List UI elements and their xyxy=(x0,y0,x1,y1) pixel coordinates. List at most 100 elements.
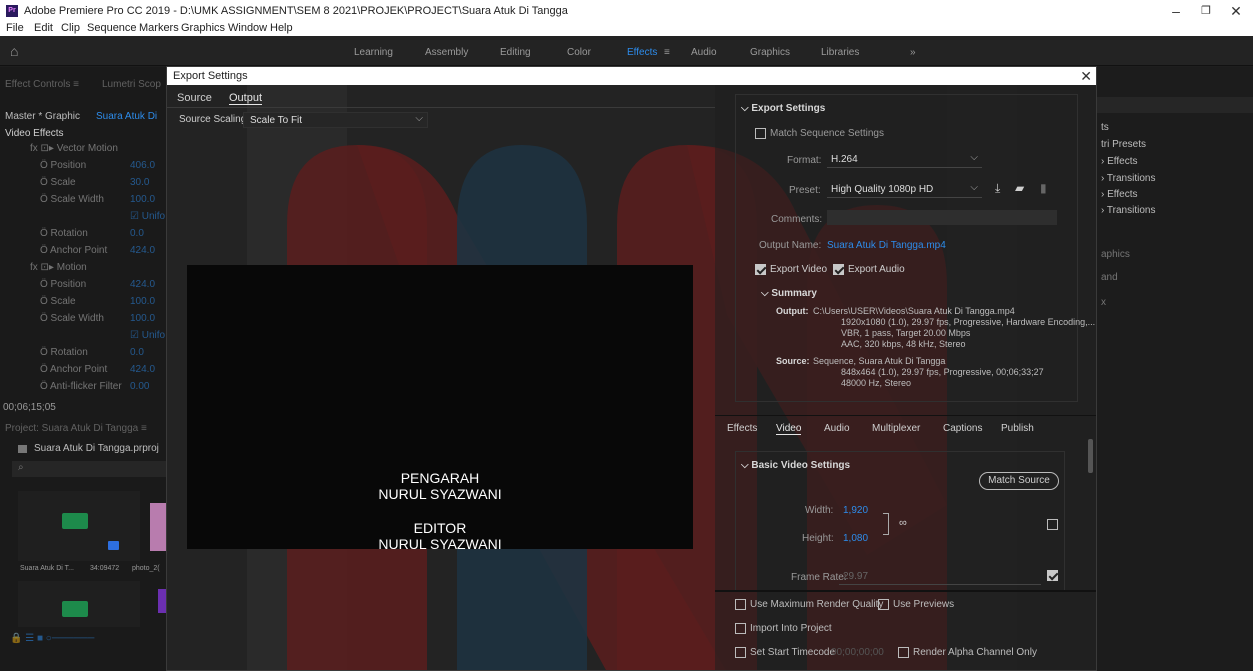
summary-header[interactable]: ⌵ Summary xyxy=(761,288,817,299)
menu-markers[interactable]: Markers xyxy=(139,22,179,34)
thumbnail-name-2: photo_2( xyxy=(132,565,160,572)
comments-input[interactable] xyxy=(827,210,1057,225)
tab-video[interactable]: Video xyxy=(776,423,802,435)
link-icon[interactable]: ∞ xyxy=(899,517,907,529)
dialog-close-button[interactable]: ✕ xyxy=(1080,68,1092,84)
menu-sequence[interactable]: Sequence xyxy=(87,22,137,34)
close-window-button[interactable]: ✕ xyxy=(1222,2,1250,20)
workspace-editing[interactable]: Editing xyxy=(500,47,531,58)
credit-line: PENGARAH xyxy=(400,470,480,486)
tab-source[interactable]: Source xyxy=(177,92,212,104)
match-sequence-checkbox[interactable] xyxy=(755,128,766,139)
project-panel-toolbar[interactable]: 🔒 ☰ ■ ○────── xyxy=(10,633,94,644)
project-thumbnail-audio[interactable] xyxy=(18,491,140,561)
home-icon[interactable]: ⌂ xyxy=(10,44,24,58)
output-name-label: Output Name: xyxy=(759,240,822,251)
workspace-libraries[interactable]: Libraries xyxy=(821,47,859,58)
effects-item[interactable]: › Effects xyxy=(1101,189,1138,200)
max-render-quality-checkbox[interactable] xyxy=(735,599,746,610)
width-label: Width: xyxy=(805,505,834,516)
effects-item[interactable]: › Transitions xyxy=(1101,205,1155,216)
workspace-effects[interactable]: Effects xyxy=(627,47,657,58)
output-name-link[interactable]: Suara Atuk Di Tangga.mp4 xyxy=(827,240,946,251)
match-source-button[interactable]: Match Source xyxy=(979,472,1059,490)
effects-item[interactable]: › Transitions xyxy=(1101,173,1155,184)
project-thumbnail-audio-2[interactable] xyxy=(18,581,140,627)
workspace-audio[interactable]: Audio xyxy=(691,47,717,58)
effects-item[interactable]: tri Presets xyxy=(1101,139,1146,150)
workspace-color[interactable]: Color xyxy=(567,47,591,58)
summary-output-line: C:\Users\USER\Videos\Suara Atuk Di Tangg… xyxy=(813,306,1015,316)
workspace-menu-icon[interactable]: ≡ xyxy=(664,47,670,58)
workspace-overflow-icon[interactable]: » xyxy=(910,47,916,58)
effects-search-input[interactable] xyxy=(1097,97,1253,113)
delete-preset-icon[interactable]: ▮ xyxy=(1040,181,1047,195)
audio-waveform-icon xyxy=(62,601,88,617)
dialog-titlebar: Export Settings ✕ xyxy=(167,67,1096,85)
format-dropdown[interactable]: H.264 ⌵ xyxy=(827,152,982,168)
effects-item[interactable]: › Effects xyxy=(1101,156,1138,167)
project-thumbnail-photo[interactable] xyxy=(150,503,166,551)
use-previews-checkbox[interactable] xyxy=(878,599,889,610)
chevron-down-icon: ⌵ xyxy=(741,460,752,471)
tab-effects[interactable]: Effects xyxy=(727,423,757,434)
frame-rate-override-checkbox[interactable] xyxy=(1047,570,1058,581)
preset-dropdown[interactable]: High Quality 1080p HD ⌵ xyxy=(827,182,982,198)
project-file-name: Suara Atuk Di Tangga.prproj xyxy=(34,443,159,454)
export-video-checkbox[interactable] xyxy=(755,264,766,275)
tab-divider xyxy=(167,107,715,108)
project-search-input[interactable]: ⌕ xyxy=(12,461,166,477)
audio-waveform-icon xyxy=(62,513,88,529)
project-panel-tab[interactable]: Project: Suara Atuk Di Tangga ≡ xyxy=(5,423,147,434)
menu-file[interactable]: File xyxy=(6,22,24,34)
credit-line: NURUL SYAZWANI xyxy=(378,536,502,549)
workspace-learning[interactable]: Learning xyxy=(354,47,393,58)
export-settings-header[interactable]: ⌵ Export Settings xyxy=(741,103,825,114)
import-into-project-checkbox[interactable] xyxy=(735,623,746,634)
import-into-project-label: Import Into Project xyxy=(750,623,832,634)
height-value[interactable]: 1,080 xyxy=(843,533,868,544)
start-timecode-value[interactable]: 00;00;00;00 xyxy=(831,647,884,658)
tab-publish[interactable]: Publish xyxy=(1001,423,1034,434)
effect-rows: fx ⊡▸ Vector Motion Ö Position 406.0 Ö Sc… xyxy=(0,143,166,399)
video-settings-scrollbar[interactable] xyxy=(1088,439,1093,473)
project-thumbnail-purple xyxy=(158,589,166,613)
source-scaling-dropdown[interactable]: Scale To Fit ⌵ xyxy=(243,112,428,128)
maximize-button[interactable]: ❐ xyxy=(1192,2,1220,20)
workspace-assembly[interactable]: Assembly xyxy=(425,47,468,58)
set-start-timecode-checkbox[interactable] xyxy=(735,647,746,658)
menu-help[interactable]: Help xyxy=(270,22,293,34)
workspace-graphics[interactable]: Graphics xyxy=(750,47,790,58)
bin-icon xyxy=(18,445,27,453)
save-preset-icon[interactable]: ⤓ xyxy=(995,181,1000,196)
tab-output[interactable]: Output xyxy=(229,92,263,105)
tab-audio[interactable]: Audio xyxy=(824,423,850,434)
effect-controls-timecode[interactable]: 00;06;15;05 xyxy=(3,402,56,413)
width-value[interactable]: 1,920 xyxy=(843,505,868,516)
summary-source-line: Sequence, Suara Atuk Di Tangga xyxy=(813,356,946,366)
menu-bar: File Edit Clip Sequence Markers Graphics… xyxy=(0,22,1253,36)
export-audio-checkbox[interactable] xyxy=(833,264,844,275)
basic-video-header[interactable]: ⌵ Basic Video Settings xyxy=(741,460,850,471)
clip-selector[interactable]: Suara Atuk Di xyxy=(96,111,166,122)
import-preset-icon[interactable]: ▰ xyxy=(1015,181,1024,195)
tab-multiplexer[interactable]: Multiplexer xyxy=(872,423,920,434)
render-alpha-label: Render Alpha Channel Only xyxy=(913,647,1037,658)
render-alpha-checkbox[interactable] xyxy=(898,647,909,658)
summary-source-key: Source: xyxy=(776,356,810,366)
set-start-timecode-label: Set Start Timecode xyxy=(750,647,836,658)
frame-rate-dropdown[interactable]: 29.97 xyxy=(839,569,1041,585)
menu-edit[interactable]: Edit xyxy=(34,22,53,34)
effect-controls-tab[interactable]: Effect Controls ≡ xyxy=(5,79,79,90)
effects-item[interactable]: ts xyxy=(1101,122,1109,133)
minimize-button[interactable]: – xyxy=(1162,2,1190,20)
width-height-override-checkbox[interactable] xyxy=(1047,519,1058,530)
effects-item: and xyxy=(1101,272,1118,283)
master-clip-label: Master * Graphic xyxy=(5,111,81,122)
lumetri-scopes-tab[interactable]: Lumetri Scop xyxy=(102,79,161,90)
menu-window[interactable]: Window xyxy=(228,22,267,34)
tab-captions[interactable]: Captions xyxy=(943,423,982,434)
menu-clip[interactable]: Clip xyxy=(61,22,80,34)
menu-graphics[interactable]: Graphics xyxy=(181,22,225,34)
preset-label: Preset: xyxy=(789,185,821,196)
